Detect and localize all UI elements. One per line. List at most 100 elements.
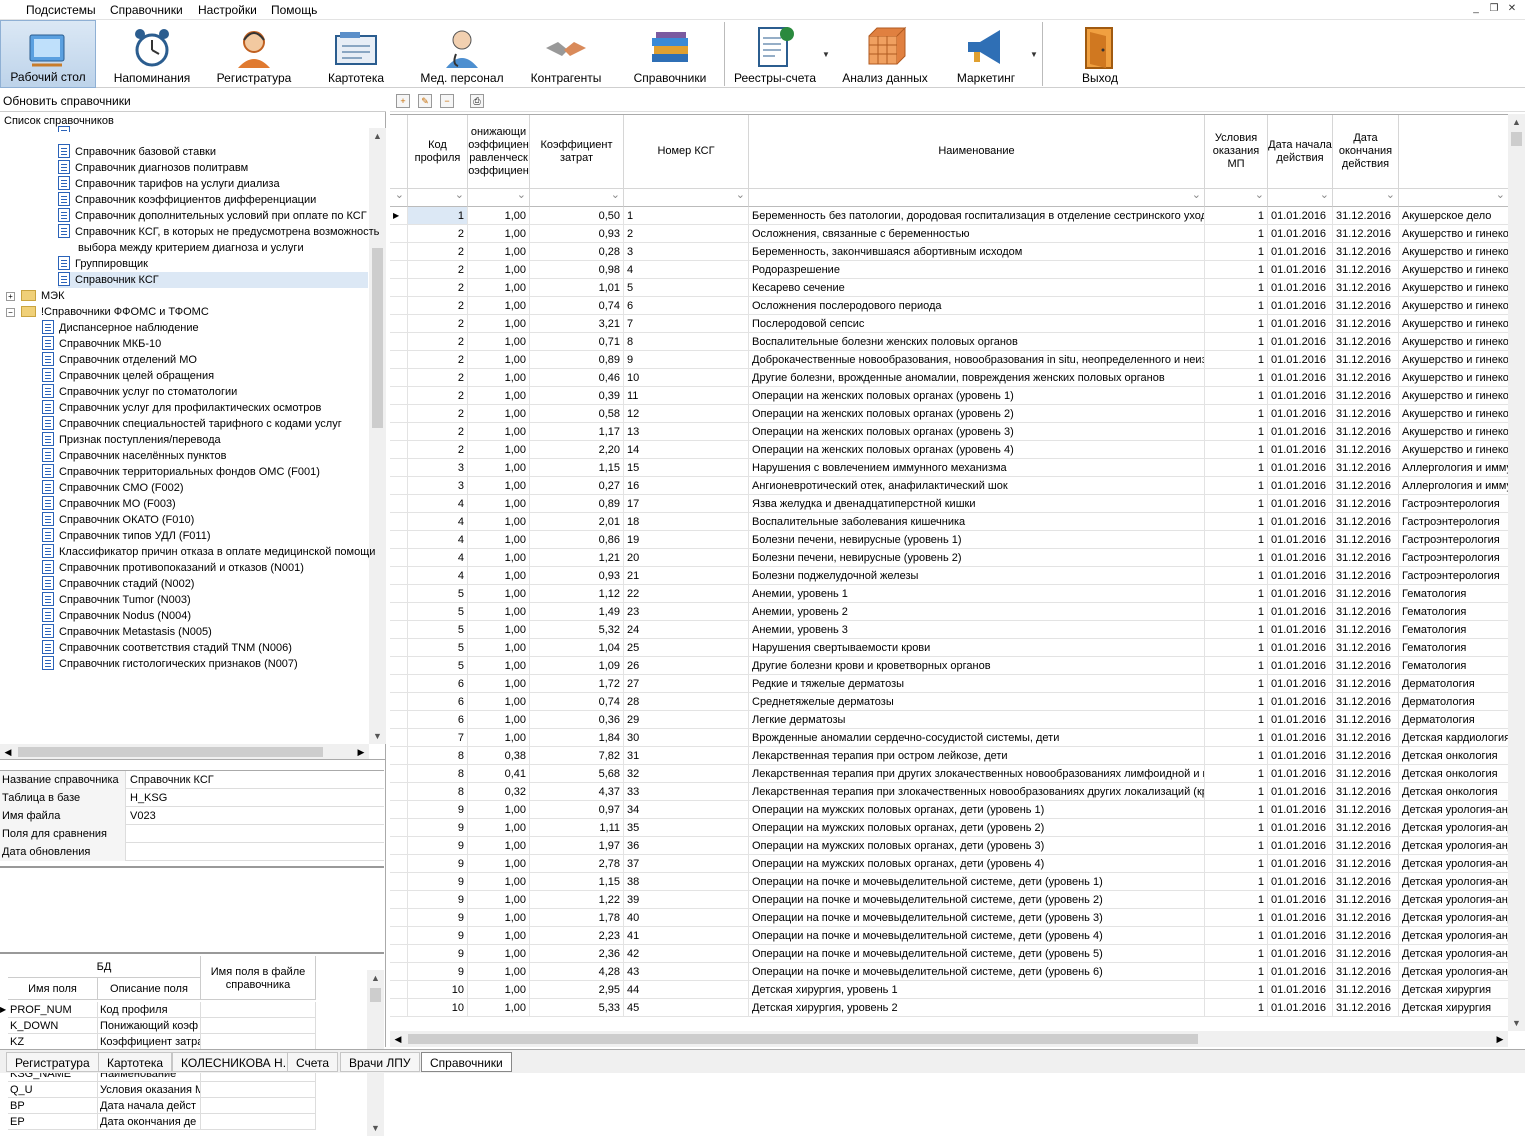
grid-hscrollbar[interactable]: ◀ ▶ <box>390 1031 1508 1047</box>
menu-3[interactable]: Настройки <box>198 3 257 17</box>
tree-item[interactable]: Справочник диагнозов политравм <box>58 160 248 176</box>
grid-row[interactable]: 4 1,00 0,86 19 Болезни печени, невирусные (у… <box>390 531 1510 549</box>
grid-row[interactable]: 6 1,00 0,36 29 Легкие дерматозы 1 01.01.2016 31… <box>390 711 1510 729</box>
tree-item[interactable]: Справочник гистологических признаков (N0… <box>42 656 298 672</box>
scroll-up-icon[interactable]: ▲ <box>1508 114 1525 130</box>
grid-row[interactable]: ▶ 1 1,00 0,50 1 Беременность без патологии, д… <box>390 207 1510 225</box>
tree-item[interactable]: Справочник соответствия стадий TNM (N006… <box>42 640 292 656</box>
edit-record-icon[interactable]: ✎ <box>418 94 432 108</box>
tree-item[interactable]: Справочник стадий (N002) <box>42 576 194 592</box>
restore-icon[interactable]: ❐ <box>1485 3 1503 14</box>
tree-item[interactable]: Справочник территориальных фондов ОМС (F… <box>42 464 320 480</box>
grid-row[interactable]: 4 1,00 0,93 21 Болезни поджелудочной железы 1… <box>390 567 1510 585</box>
toolbar-button-desktop[interactable]: Рабочий стол <box>0 20 96 88</box>
tree-item[interactable]: Группировщик <box>58 256 148 272</box>
collapse-icon[interactable]: − <box>6 308 15 317</box>
grid-row[interactable]: 5 1,00 1,49 23 Анемии, уровень 2 1 01.01.2016 3… <box>390 603 1510 621</box>
grid-row[interactable]: 8 0,41 5,68 32 Лекарственная терапия при дру… <box>390 765 1510 783</box>
grid-row[interactable]: 2 1,00 0,58 12 Операции на женских половых о… <box>390 405 1510 423</box>
scroll-right-icon[interactable]: ▶ <box>353 744 369 759</box>
grid-row[interactable]: 2 1,00 0,39 11 Операции на женских половых о… <box>390 387 1510 405</box>
fields-scroll-thumb[interactable] <box>370 988 381 1002</box>
expand-icon[interactable]: + <box>6 292 15 301</box>
tab-3[interactable]: КОЛЕСНИКОВА Н. <box>172 1052 296 1072</box>
toolbar-button-megaphone[interactable]: Маркетинг <box>944 20 1028 88</box>
tree-item[interactable]: Справочник отделений МО <box>42 352 197 368</box>
toolbar-button-receptionist[interactable]: Регистратура <box>206 20 302 88</box>
minimize-icon[interactable]: _ <box>1467 3 1485 14</box>
grid-row[interactable]: 3 1,00 1,15 15 Нарушения с вовлечением иммун… <box>390 459 1510 477</box>
tree-item[interactable]: Справочник КСГ <box>58 272 368 288</box>
column-filter-name[interactable] <box>749 188 1205 207</box>
field-row[interactable]: KZ Коэффициент затра <box>0 1034 316 1050</box>
column-filter-extra[interactable] <box>1399 188 1509 207</box>
file-field-header[interactable]: Имя поля в файле справочника <box>201 956 316 1000</box>
column-header-end-date[interactable]: Дата окончания действия <box>1333 115 1399 189</box>
tree-item[interactable]: Справочник дополнительных условий при оп… <box>58 208 367 224</box>
grid-row[interactable]: 10 1,00 5,33 45 Детская хирургия, уровень 21… <box>390 999 1510 1017</box>
scroll-right-icon[interactable]: ▶ <box>1492 1031 1508 1047</box>
column-header-extra[interactable] <box>1399 115 1509 189</box>
column-header-cost-coef[interactable]: Коэффициент затрат <box>530 115 624 189</box>
property-value[interactable]: H_KSG <box>127 789 384 807</box>
toolbar-button-books[interactable]: Справочники <box>620 20 720 88</box>
grid-row[interactable]: 8 0,32 4,37 33 Лекарственная терапия при зло… <box>390 783 1510 801</box>
scroll-down-icon[interactable]: ▼ <box>1508 1015 1525 1031</box>
tree-item[interactable]: Справочник МО (F003) <box>42 496 176 512</box>
dropdown-arrow-icon[interactable]: ▼ <box>1030 50 1038 59</box>
grid-row[interactable]: 9 1,00 2,23 41 Операции на почке и мочевыдел… <box>390 927 1510 945</box>
grid-row[interactable]: 6 1,00 0,74 28 Среднетяжелые дерматозы 1 01.01… <box>390 693 1510 711</box>
property-value[interactable]: V023 <box>127 807 384 825</box>
tree-item[interactable]: Справочник специальностей тарифного с ко… <box>42 416 342 432</box>
grid-row[interactable]: 2 1,00 2,20 14 Операции на женских половых о… <box>390 441 1510 459</box>
scroll-left-icon[interactable]: ◀ <box>390 1031 406 1047</box>
column-header-name[interactable]: Наименование <box>749 115 1205 189</box>
column-filter-ksg-number[interactable] <box>624 188 749 207</box>
tree-item[interactable]: Справочник услуг по стоматологии <box>42 384 237 400</box>
tree-folder[interactable]: + МЭК <box>6 288 64 304</box>
tab-6[interactable]: Справочники <box>421 1052 512 1072</box>
tree-item[interactable]: Справочник базовой ставки <box>58 144 216 160</box>
field-name-header[interactable]: Имя поля <box>8 978 98 1000</box>
close-icon[interactable]: ✕ <box>1503 3 1521 14</box>
tree-item[interactable]: Диспансерное наблюдение <box>42 320 199 336</box>
tree-item[interactable]: Справочник Metastasis (N005) <box>42 624 212 640</box>
tree-item[interactable]: Справочник ОКАТО (F010) <box>42 512 194 528</box>
toolbar-button-alarm-clock[interactable]: Напоминания <box>104 20 200 88</box>
scroll-left-icon[interactable]: ◀ <box>0 744 16 759</box>
grid-scroll-thumb[interactable] <box>1511 132 1522 146</box>
tree-scroll-thumb[interactable] <box>372 248 383 428</box>
grid-row[interactable]: 6 1,00 1,72 27 Редкие и тяжелые дерматозы 1 01… <box>390 675 1510 693</box>
grid-row[interactable]: 7 1,00 1,84 30 Врожденные аномалии сердечно-… <box>390 729 1510 747</box>
grid-row[interactable]: 2 1,00 0,89 9 Доброкачественные новообразова… <box>390 351 1510 369</box>
tree-item[interactable]: Справочник тарифов на услуги диализа <box>58 176 280 192</box>
print-icon[interactable]: ⎙ <box>470 94 484 108</box>
toolbar-button-handshake[interactable]: Контрагенты <box>518 20 614 88</box>
grid-row[interactable]: 2 1,00 1,17 13 Операции на женских половых о… <box>390 423 1510 441</box>
add-record-icon[interactable]: + <box>396 94 410 108</box>
property-value[interactable] <box>127 825 384 843</box>
tree-item[interactable]: Признак поступления/перевода <box>42 432 221 448</box>
grid-row[interactable]: 9 1,00 2,78 37 Операции на мужских половых о… <box>390 855 1510 873</box>
property-value[interactable]: Справочник КСГ <box>127 771 384 789</box>
tree-item[interactable]: Справочник КСГ, в которых не предусмотре… <box>58 224 379 240</box>
grid-row[interactable]: 2 1,00 3,21 7 Послеродовой сепсис 1 01.01.2016… <box>390 315 1510 333</box>
field-row[interactable]: Q_U Условия оказания М <box>0 1082 316 1098</box>
scroll-up-icon[interactable]: ▲ <box>367 970 384 986</box>
grid-row[interactable]: 4 1,00 1,21 20 Болезни печени, невирусные (у… <box>390 549 1510 567</box>
tree-item[interactable]: Справочник Tumor (N003) <box>42 592 191 608</box>
tree-hscroll-thumb[interactable] <box>18 747 323 757</box>
column-filter-conditions[interactable] <box>1205 188 1268 207</box>
grid-row[interactable]: 5 1,00 1,12 22 Анемии, уровень 1 1 01.01.2016 3… <box>390 585 1510 603</box>
tree-item[interactable]: выбора между критерием диагноза и услуги <box>58 240 304 256</box>
grid-row[interactable]: 9 1,00 1,78 40 Операции на почке и мочевыдел… <box>390 909 1510 927</box>
tree-item[interactable]: Справочник противопоказаний и отказов (N… <box>42 560 304 576</box>
scroll-up-icon[interactable]: ▲ <box>369 128 386 144</box>
grid-row[interactable]: 9 1,00 1,11 35 Операции на мужских половых о… <box>390 819 1510 837</box>
grid-row[interactable]: 9 1,00 2,36 42 Операции на почке и мочевыдел… <box>390 945 1510 963</box>
grid-row[interactable]: 2 1,00 0,74 6 Осложнения послеродового перио… <box>390 297 1510 315</box>
column-header-conditions[interactable]: Условия оказания МП <box>1205 115 1268 189</box>
tree-item[interactable]: Справочник населённых пунктов <box>42 448 227 464</box>
column-filter-down-coef[interactable] <box>468 188 530 207</box>
tree-item[interactable]: Справочник МКБ-10 <box>42 336 161 352</box>
